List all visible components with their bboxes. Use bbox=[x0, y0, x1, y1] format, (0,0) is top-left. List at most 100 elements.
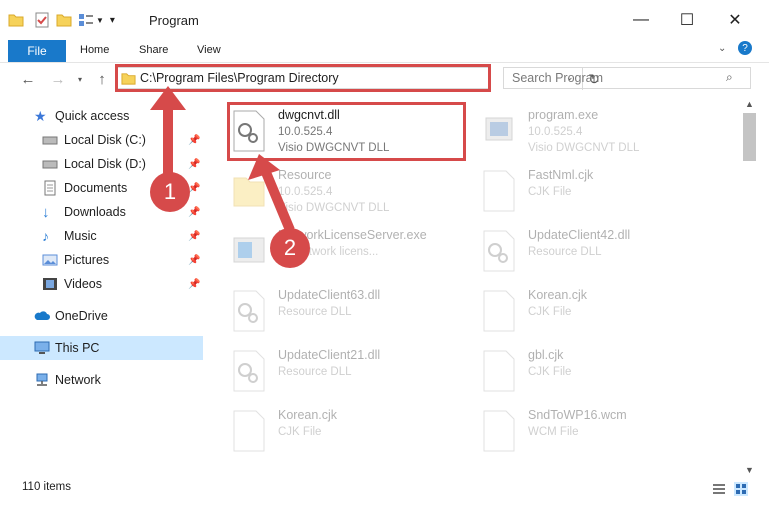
customize-toolbar-icon[interactable]: ▾ bbox=[110, 15, 115, 26]
sidebar-item-label: Network bbox=[55, 373, 101, 387]
up-button[interactable]: ↑ bbox=[92, 69, 112, 89]
dll-file-icon bbox=[233, 350, 265, 392]
new-folder-icon[interactable] bbox=[56, 12, 72, 28]
file-name: Korean.cjk bbox=[278, 408, 338, 422]
quick-access-toolbar: ▼ ▾ bbox=[8, 10, 115, 30]
file-name: Korean.cjk bbox=[528, 288, 588, 302]
details-view-icon[interactable] bbox=[712, 482, 726, 496]
pin-icon: 📌 bbox=[188, 278, 201, 290]
item-count: 110 items bbox=[22, 481, 72, 493]
file-name: FastNml.cjk bbox=[528, 168, 594, 182]
folder-icon[interactable] bbox=[8, 12, 24, 28]
file-name: UpdateClient63.dll bbox=[278, 288, 381, 302]
file-type: CJK File bbox=[278, 426, 322, 438]
view-options-icon[interactable] bbox=[78, 12, 94, 28]
sidebar-item-label: Pictures bbox=[64, 253, 110, 267]
download-icon: ↓ bbox=[42, 204, 50, 221]
sidebar-item-network[interactable]: Network bbox=[0, 368, 203, 392]
recent-locations-button[interactable]: ▾ bbox=[70, 69, 90, 89]
dll-file-icon bbox=[483, 230, 515, 272]
file-type: CJK File bbox=[528, 186, 572, 198]
sidebar-item-label: Music bbox=[64, 229, 97, 243]
tab-share[interactable]: Share bbox=[139, 44, 168, 56]
arrow-up-icon bbox=[260, 168, 295, 232]
file-name: UpdateClient21.dll bbox=[278, 348, 381, 362]
help-icon[interactable]: ? bbox=[738, 41, 752, 55]
properties-icon[interactable] bbox=[34, 12, 50, 28]
back-button[interactable]: ← bbox=[18, 69, 38, 89]
scroll-up-icon[interactable]: ▲ bbox=[741, 97, 758, 111]
dll-file-icon bbox=[233, 290, 265, 332]
file-name: gbl.cjk bbox=[528, 348, 564, 362]
file-item-program-exe[interactable]: program.exe 10.0.525.4 Visio DWGCNVT DLL bbox=[460, 106, 700, 164]
sidebar-item-label: Quick access bbox=[55, 109, 130, 123]
search-placeholder: Search Program bbox=[512, 71, 604, 85]
chevron-down-icon[interactable]: ▼ bbox=[96, 16, 104, 25]
sidebar-item-label: OneDrive bbox=[55, 309, 108, 323]
drive-icon bbox=[42, 136, 58, 145]
sidebar-item-label: Videos bbox=[64, 277, 102, 291]
scroll-thumb[interactable] bbox=[743, 113, 756, 161]
file-name: UpdateClient42.dll bbox=[528, 228, 631, 242]
cloud-icon bbox=[34, 311, 50, 320]
file-type: Resource DLL bbox=[278, 366, 352, 378]
file-type: Resource DLL bbox=[528, 246, 602, 258]
sidebar-item-label: Local Disk (C:) bbox=[64, 133, 146, 147]
search-box[interactable]: Search Program ⌕ bbox=[503, 67, 751, 89]
sidebar-item-label: Local Disk (D:) bbox=[64, 157, 146, 171]
close-button[interactable]: ✕ bbox=[712, 0, 758, 40]
window-title: Program bbox=[149, 13, 199, 28]
exe-file-icon bbox=[485, 117, 513, 141]
generic-file-icon bbox=[483, 290, 515, 332]
star-icon: ★ bbox=[34, 108, 47, 124]
computer-icon bbox=[34, 341, 50, 354]
file-name: program.exe bbox=[528, 108, 599, 122]
tab-home[interactable]: Home bbox=[80, 44, 109, 56]
maximize-button[interactable]: ☐ bbox=[664, 0, 710, 40]
sidebar-item-this-pc[interactable]: This PC bbox=[0, 336, 203, 360]
step-badge-2: 2 bbox=[270, 228, 310, 268]
minimize-button[interactable]: — bbox=[618, 0, 664, 40]
arrow-head-icon bbox=[150, 86, 186, 110]
file-type: WCM File bbox=[528, 426, 579, 438]
tab-file[interactable]: File bbox=[8, 40, 66, 62]
expand-ribbon-icon[interactable]: ⌄ bbox=[718, 43, 726, 54]
drive-icon bbox=[42, 160, 58, 169]
videos-icon bbox=[43, 278, 57, 290]
generic-file-icon bbox=[233, 410, 265, 452]
tiles-view-icon[interactable] bbox=[734, 482, 748, 496]
file-description: Visio DWGCNVT DLL bbox=[528, 142, 640, 154]
pictures-icon bbox=[42, 254, 58, 266]
file-item-gbl-cjk[interactable]: gbl.cjk CJK File bbox=[460, 346, 700, 404]
music-icon: ♪ bbox=[42, 228, 49, 244]
search-icon[interactable]: ⌕ bbox=[726, 70, 733, 85]
file-type: Resource DLL bbox=[278, 306, 352, 318]
title-bar: ▼ ▾ Program — ☐ ✕ bbox=[0, 0, 769, 40]
step-badge-1: 1 bbox=[150, 172, 190, 212]
file-type: CJK File bbox=[528, 306, 572, 318]
vertical-scrollbar[interactable]: ▲ ▼ bbox=[741, 93, 758, 478]
sidebar-item-onedrive[interactable]: OneDrive bbox=[0, 304, 203, 328]
tab-view[interactable]: View bbox=[197, 44, 221, 56]
file-name: SndToWP16.wcm bbox=[528, 408, 627, 422]
file-item-korean-cjk[interactable]: Korean.cjk CJK File bbox=[460, 286, 700, 344]
forward-button[interactable]: → bbox=[48, 69, 68, 89]
file-item-sndtowp16[interactable]: SndToWP16.wcm WCM File bbox=[460, 406, 700, 464]
generic-file-icon bbox=[483, 170, 515, 212]
window-bottom-edge bbox=[0, 500, 769, 516]
status-bar: 110 items bbox=[0, 478, 769, 500]
generic-file-icon bbox=[483, 410, 515, 452]
sidebar-item-label: This PC bbox=[55, 341, 100, 355]
file-item-updateclient21[interactable]: UpdateClient21.dll Resource DLL bbox=[210, 346, 450, 404]
network-icon bbox=[36, 373, 48, 386]
file-item-updateclient42[interactable]: UpdateClient42.dll Resource DLL bbox=[460, 226, 700, 284]
scroll-down-icon[interactable]: ▼ bbox=[741, 463, 758, 477]
documents-icon bbox=[44, 180, 56, 196]
generic-file-icon bbox=[483, 350, 515, 392]
sidebar-item-label: Documents bbox=[64, 181, 128, 195]
file-item-korean-cjk-2[interactable]: Korean.cjk CJK File bbox=[210, 406, 450, 464]
file-item-updateclient63[interactable]: UpdateClient63.dll Resource DLL bbox=[210, 286, 450, 344]
tab-file-label: File bbox=[27, 44, 47, 58]
sidebar-item-label: Downloads bbox=[64, 205, 126, 219]
file-item-fastnml[interactable]: FastNml.cjk CJK File bbox=[460, 166, 700, 224]
